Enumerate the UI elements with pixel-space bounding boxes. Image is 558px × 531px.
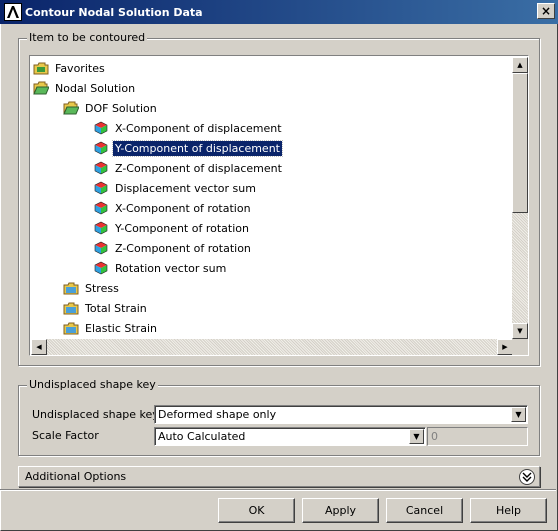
- scroll-up-button[interactable]: ▲: [512, 57, 528, 73]
- scrollbar-corner: [512, 339, 528, 355]
- tree-item[interactable]: Total Strain: [63, 298, 149, 318]
- tree-item[interactable]: Z-Component of displacement: [93, 158, 284, 178]
- scroll-right-button[interactable]: ▶: [497, 339, 513, 355]
- scale-factor-label: Scale Factor: [32, 429, 99, 442]
- tree-item[interactable]: X-Component of rotation: [93, 198, 253, 218]
- scale-factor-input: 0: [427, 427, 528, 446]
- cube-result-icon: [93, 161, 109, 175]
- apply-button[interactable]: Apply: [302, 498, 379, 523]
- shape-key-select[interactable]: Deformed shape only ▼: [154, 405, 528, 424]
- tree-item[interactable]: Elastic Strain: [63, 318, 159, 338]
- folder-closed-icon: [63, 301, 79, 315]
- additional-options-bar[interactable]: Additional Options: [18, 466, 540, 487]
- expand-chevron-icon[interactable]: [519, 469, 535, 485]
- cube-result-icon: [93, 261, 109, 275]
- ok-button[interactable]: OK: [218, 498, 295, 523]
- window-title: Contour Nodal Solution Data: [25, 5, 203, 19]
- scale-factor-value: Auto Calculated: [158, 430, 246, 443]
- cube-result-icon: [93, 121, 109, 135]
- tree-item-label: Total Strain: [85, 301, 147, 315]
- tree-item[interactable]: Z-Component of rotation: [93, 238, 253, 258]
- tree-vertical-scrollbar[interactable]: ▲ ▼: [512, 57, 528, 339]
- tree-viewport: Favorites Nodal Solution DOF Solution X-Com…: [31, 57, 513, 339]
- tree-item[interactable]: Displacement vector sum: [93, 178, 258, 198]
- folder-open-icon: [63, 101, 80, 115]
- scroll-left-button[interactable]: ◀: [31, 339, 47, 355]
- tree-item-label: Y-Component of rotation: [115, 221, 249, 235]
- cube-result-icon: [93, 201, 109, 215]
- cube-result-icon: [93, 221, 109, 235]
- folder-bookmark-icon: [33, 61, 49, 75]
- tree-item-label: X-Component of displacement: [115, 121, 282, 135]
- folder-open-icon: [33, 81, 50, 95]
- tree-item-label: X-Component of rotation: [115, 201, 251, 215]
- tree-item[interactable]: DOF Solution: [63, 98, 159, 118]
- folder-closed-icon: [63, 281, 79, 295]
- solution-tree[interactable]: Favorites Nodal Solution DOF Solution X-Com…: [29, 55, 529, 356]
- tree-item-label: Y-Component of displacement: [112, 139, 283, 157]
- tree-item-label: Z-Component of rotation: [115, 241, 251, 255]
- tree-item[interactable]: Rotation vector sum: [93, 258, 228, 278]
- tree-item-label: Elastic Strain: [85, 321, 157, 335]
- chevron-down-icon[interactable]: ▼: [511, 407, 526, 422]
- help-button[interactable]: Help: [470, 498, 547, 523]
- tree-item[interactable]: Favorites: [33, 58, 107, 78]
- ansys-logo-icon: [4, 3, 22, 21]
- tree-item[interactable]: Y-Component of displacement: [93, 138, 283, 158]
- tree-item-label: Rotation vector sum: [115, 261, 227, 275]
- tree-item-label: Favorites: [55, 61, 105, 75]
- additional-options-label: Additional Options: [25, 470, 127, 483]
- cancel-button[interactable]: Cancel: [386, 498, 463, 523]
- close-button[interactable]: ×: [537, 3, 555, 19]
- title-bar: Contour Nodal Solution Data ×: [0, 0, 558, 24]
- cube-result-icon: [93, 241, 109, 255]
- scroll-thumb[interactable]: [512, 73, 528, 213]
- shape-key-label: Undisplaced shape key: [32, 408, 159, 421]
- scroll-down-button[interactable]: ▼: [512, 323, 528, 339]
- folder-closed-icon: [63, 321, 79, 335]
- tree-item[interactable]: Stress: [63, 278, 121, 298]
- tree-item[interactable]: X-Component of displacement: [93, 118, 284, 138]
- chevron-down-icon[interactable]: ▼: [409, 429, 424, 444]
- shape-key-value: Deformed shape only: [158, 408, 277, 421]
- tree-item[interactable]: Y-Component of rotation: [93, 218, 251, 238]
- scale-factor-select[interactable]: Auto Calculated ▼: [154, 427, 426, 446]
- tree-item[interactable]: Nodal Solution: [33, 78, 137, 98]
- contour-group-legend: Item to be contoured: [27, 31, 148, 44]
- tree-item-label: DOF Solution: [85, 101, 157, 115]
- cube-result-icon: [93, 181, 109, 195]
- undisplaced-group-legend: Undisplaced shape key: [27, 378, 158, 391]
- tree-item-label: Z-Component of displacement: [115, 161, 282, 175]
- tree-item-label: Stress: [85, 281, 119, 295]
- tree-horizontal-scrollbar[interactable]: ◀ ▶: [31, 339, 513, 355]
- tree-item-label: Displacement vector sum: [115, 181, 256, 195]
- tree-item-label: Nodal Solution: [55, 81, 136, 95]
- cube-result-icon: [93, 141, 109, 155]
- footer-divider: [0, 489, 556, 491]
